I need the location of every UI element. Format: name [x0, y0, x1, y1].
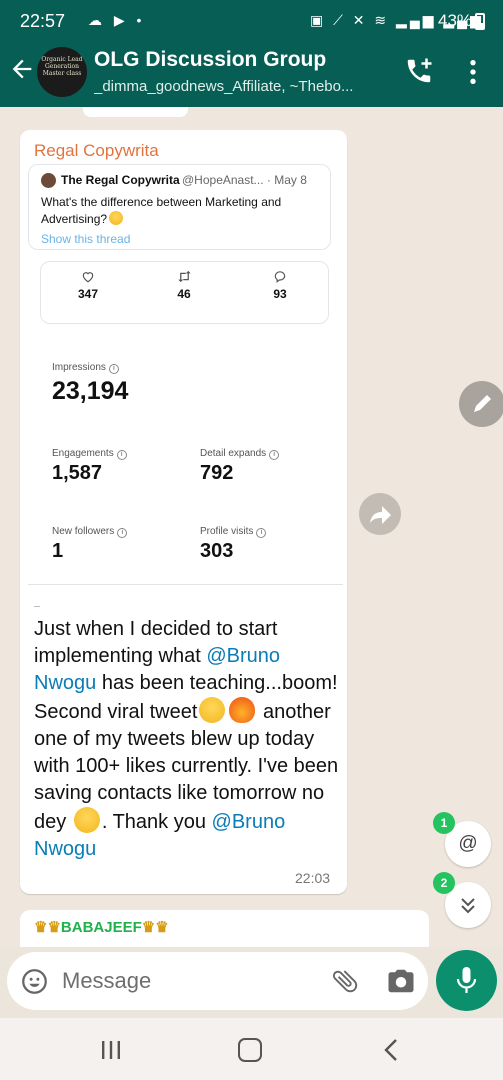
divider-dash	[34, 606, 40, 607]
chat-members[interactable]: _dimma_goodnews_Affiliate, ~Thebo...	[94, 78, 394, 95]
battery-icon	[475, 13, 485, 30]
next-message-sender[interactable]: ♛♛BABAJEEF♛♛	[34, 918, 169, 936]
likes-stat: 347	[58, 270, 118, 301]
tweet-stats-card: 347 46 93	[40, 261, 329, 324]
attach-icon[interactable]	[330, 966, 360, 996]
message-sender[interactable]: Regal Copywrita	[34, 141, 159, 161]
info-icon: i	[256, 528, 267, 538]
voice-message-button[interactable]	[436, 950, 497, 1011]
message-text-part4: . Thank you	[101, 811, 212, 833]
detail-expands-value: 792	[200, 462, 234, 484]
chat-title[interactable]: OLG Discussion Group	[94, 48, 326, 72]
new-followers-label-text: New followers	[52, 526, 115, 537]
impressions-label: Impressions i	[52, 362, 119, 374]
forward-button[interactable]	[359, 493, 401, 535]
crown-emoji-icon: ♛♛	[141, 919, 169, 936]
app-header: 22:57 ☁ ▶ • ▣ ⟋ ✕ ≋ ▂▄▆ ▂▄▆ 43% Organic …	[0, 0, 503, 107]
message-time: 22:03	[295, 870, 331, 886]
profile-visits-label-text: Profile visits	[200, 526, 254, 537]
message-composer	[7, 952, 428, 1010]
nav-home-icon[interactable]	[238, 1038, 262, 1062]
new-followers-label: New followers i	[52, 526, 128, 538]
detail-expands-label-text: Detail expands	[200, 448, 267, 459]
tweet-text: What's the difference between Marketing …	[41, 194, 301, 228]
status-bar: 22:57 ☁ ▶ • ▣ ⟋ ✕ ≋ ▂▄▆ ▂▄▆ 43%	[0, 0, 503, 42]
previous-message-stub	[83, 107, 188, 117]
tweet-text-content: What's the difference between Marketing …	[41, 195, 282, 226]
retweet-icon	[177, 270, 191, 283]
fire-emoji-icon	[229, 697, 256, 723]
weary-face-emoji-icon	[73, 807, 100, 833]
impressions-label-text: Impressions	[52, 362, 106, 373]
new-followers-value: 1	[52, 540, 64, 562]
notification-icons: ☁ ▶ •	[88, 12, 146, 28]
tweet-author-name: The Regal Copywrita	[61, 173, 180, 187]
engagements-label-text: Engagements	[52, 448, 114, 459]
chat-area[interactable]: Regal Copywrita The Regal Copywrita @Hop…	[0, 107, 503, 947]
info-icon: i	[116, 450, 127, 460]
edit-image-button[interactable]	[459, 381, 503, 427]
unread-count-badge: 2	[433, 872, 455, 894]
tweet-handle-date: @HopeAnast... · May 8	[182, 173, 307, 187]
show-thread-link: Show this thread	[41, 232, 131, 246]
edit-pencil-icon	[474, 395, 491, 412]
info-icon: i	[269, 450, 280, 460]
status-time: 22:57	[20, 11, 66, 31]
replies-stat: 93	[250, 270, 310, 301]
group-avatar[interactable]: Organic Lead Generation Master class	[37, 47, 87, 97]
impressions-value: 23,194	[52, 377, 129, 405]
profile-visits-value: 303	[200, 540, 234, 562]
pleading-face-emoji-icon	[199, 697, 226, 723]
profile-visits-label: Profile visits i	[200, 526, 267, 538]
embedded-tweet-card: The Regal Copywrita @HopeAnast... · May …	[28, 164, 331, 250]
message-text: Just when I decided to start implementin…	[34, 616, 339, 863]
mention-count-badge: 1	[433, 812, 455, 834]
heart-icon	[82, 272, 94, 283]
crown-emoji-icon: ♛♛	[34, 919, 61, 936]
camera-icon[interactable]	[386, 967, 416, 995]
group-avatar-text: Organic Lead Generation Master class	[41, 56, 83, 77]
next-message-bubble[interactable]: ♛♛BABAJEEF♛♛	[20, 910, 429, 947]
retweets-count: 46	[177, 287, 191, 301]
message-bubble[interactable]: Regal Copywrita The Regal Copywrita @Hop…	[20, 130, 347, 894]
add-call-icon[interactable]	[404, 56, 434, 86]
info-icon: i	[108, 364, 119, 374]
retweets-stat: 46	[154, 270, 214, 301]
nav-recents-icon[interactable]	[99, 1040, 123, 1060]
engagements-label: Engagements i	[52, 448, 127, 460]
nav-back-icon[interactable]	[382, 1038, 400, 1062]
replies-count: 93	[273, 287, 287, 301]
engagements-value: 1,587	[52, 462, 103, 484]
tweet-author-avatar	[41, 173, 56, 188]
mic-icon	[456, 967, 477, 993]
more-vertical-icon[interactable]	[465, 58, 481, 86]
image-bottom-divider	[28, 584, 343, 585]
back-arrow-icon[interactable]	[8, 55, 36, 83]
likes-count: 347	[77, 287, 99, 301]
battery-percent: 43%	[438, 11, 473, 30]
next-sender-name: BABAJEEF	[60, 919, 142, 936]
thinking-emoji-icon	[109, 211, 124, 225]
smiley-icon[interactable]	[21, 968, 48, 995]
message-input[interactable]	[62, 966, 282, 996]
info-icon: i	[117, 528, 128, 538]
detail-expands-label: Detail expands i	[200, 448, 280, 460]
system-nav-bar	[0, 1018, 503, 1080]
reply-icon	[274, 271, 286, 283]
forward-icon	[370, 506, 391, 524]
at-icon: @	[458, 833, 478, 854]
